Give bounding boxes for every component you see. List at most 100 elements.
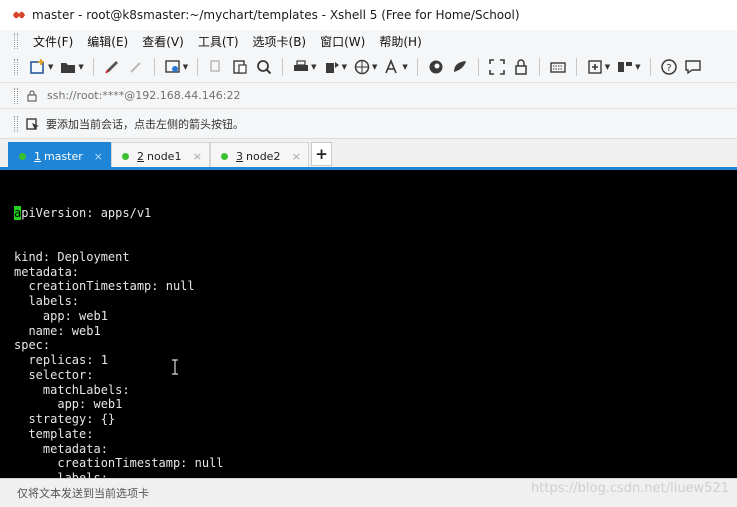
tab-label: master [44,150,83,163]
globe-icon [354,59,370,75]
menu-help[interactable]: 帮助(H) [372,33,428,50]
globe-button[interactable]: ▼ [350,56,380,78]
new-tab-button[interactable]: ▼ [583,56,613,78]
transfer-button[interactable]: ▼ [320,56,350,78]
terminal-output: apiVersion: apps/v1 kind: Deployment meta… [14,176,224,478]
hint-text: 要添加当前会话，点击左侧的箭头按钮。 [46,117,244,131]
xshell-logo-icon [13,11,25,19]
session-address[interactable]: ssh://root:****@192.168.44.146:22 [47,89,241,102]
menu-file[interactable]: 文件(F) [26,33,80,50]
dropdown-arrow-icon[interactable]: ▼ [605,63,610,71]
terminal-line: creationTimestamp: null [14,279,195,294]
chat-button[interactable] [681,56,705,78]
toolbar-separator [153,58,155,76]
toolbar-grip[interactable] [14,59,18,75]
toolbar: ▼ ▼ ▼ ▼ ▼ ▼ ▼ ▼ ▼ ? [0,52,737,82]
toolbar-grip[interactable] [14,33,18,49]
session-connected-icon [221,153,228,160]
add-session-arrow-icon[interactable] [26,117,40,131]
dropdown-arrow-icon[interactable]: ▼ [183,63,188,71]
copy-button[interactable] [204,56,228,78]
toolbar-grip[interactable] [14,87,18,104]
terminal-area[interactable]: apiVersion: apps/v1 kind: Deployment meta… [0,170,737,478]
xmanager-icon [453,61,466,72]
paste-icon [233,60,247,74]
find-button[interactable] [252,56,276,78]
tab-number: 3 [236,150,243,163]
title-bar: master - root@k8smaster:~/mychart/templa… [0,0,737,30]
terminal-line: kind: Deployment [14,249,130,264]
print-button[interactable]: ▼ [289,56,319,78]
lock-icon [514,59,527,75]
tab-master[interactable]: 1 master × [8,142,111,170]
terminal-line: name: web1 [14,323,101,338]
toolbar-grip[interactable] [14,115,18,132]
xftp-button[interactable] [424,56,448,78]
find-icon [257,60,272,75]
properties-button[interactable]: ▼ [161,56,191,78]
font-button[interactable]: ▼ [380,56,410,78]
menu-view[interactable]: 查看(V) [135,33,191,50]
terminal-line: spec: [14,338,51,353]
xmanager-button[interactable] [448,56,472,78]
fullscreen-button[interactable] [485,56,509,78]
pen-icon [104,61,118,74]
toolbar-separator [92,58,94,76]
terminal-line: strategy: {} [14,412,116,426]
xftp-icon [429,60,443,74]
terminal-line: labels: [14,294,80,308]
tab-label: node2 [246,150,281,163]
svg-text:?: ? [666,63,671,74]
menu-tabs[interactable]: 选项卡(B) [246,33,314,50]
session-tab-bar: 1 master × 2 node1 × 3 node2 × + [0,138,737,170]
dropdown-arrow-icon[interactable]: ▼ [311,63,316,71]
hint-bar: 要添加当前会话，点击左侧的箭头按钮。 [0,108,737,138]
toolbar-separator [197,58,199,76]
tab-node2[interactable]: 3 node2 × [210,142,309,170]
terminal-line: matchLabels: [14,382,130,397]
print-icon [294,60,309,71]
terminal-line: selector: [14,367,94,382]
new-session-button[interactable]: ▼ [26,56,56,78]
dropdown-arrow-icon[interactable]: ▼ [372,63,377,71]
menu-tools[interactable]: 工具(T) [191,33,246,50]
transfer-icon [325,62,339,73]
menu-edit[interactable]: 编辑(E) [80,33,135,50]
help-button[interactable]: ? [657,56,681,78]
send-to-current-tab-input[interactable]: 仅将文本发送到当前选项卡 [17,485,149,501]
lock-button[interactable] [509,56,533,78]
help-icon: ? [660,59,677,75]
close-icon[interactable]: × [292,150,301,163]
session-connected-icon [122,153,129,160]
menu-bar: 文件(F) 编辑(E) 查看(V) 工具(T) 选项卡(B) 窗口(W) 帮助(… [0,30,737,52]
close-icon[interactable]: × [193,150,202,163]
dropdown-arrow-icon[interactable]: ▼ [342,63,347,71]
open-button[interactable]: ▼ [56,56,86,78]
lock-icon [27,89,37,102]
close-icon[interactable]: × [94,150,103,163]
terminal-line-text: piVersion: apps/v1 [21,205,152,220]
toolbar-separator [538,58,540,76]
tab-node1[interactable]: 2 node1 × [111,142,210,170]
dropdown-arrow-icon[interactable]: ▼ [78,63,83,71]
new-tab-button[interactable]: + [311,142,332,166]
keyboard-button[interactable] [546,56,570,78]
layout-icon [618,62,633,72]
dropdown-arrow-icon[interactable]: ▼ [635,63,640,71]
compose-icon [130,62,141,73]
toolbar-separator [282,58,284,76]
dropdown-arrow-icon[interactable]: ▼ [48,63,53,71]
ibeam-cursor-icon [172,359,178,375]
properties-icon [165,60,180,73]
watermark: https://blog.csdn.net/liuew521 [531,481,729,496]
paste-button[interactable] [228,56,252,78]
compose-button[interactable] [124,56,148,78]
terminal-line: metadata: [14,264,80,279]
dropdown-arrow-icon[interactable]: ▼ [402,63,407,71]
session-connected-icon [19,153,26,160]
menu-window[interactable]: 窗口(W) [313,33,372,50]
pen-button[interactable] [100,56,124,78]
new-tab-icon [588,60,602,74]
toolbar-separator [477,58,479,76]
layout-button[interactable]: ▼ [613,56,643,78]
